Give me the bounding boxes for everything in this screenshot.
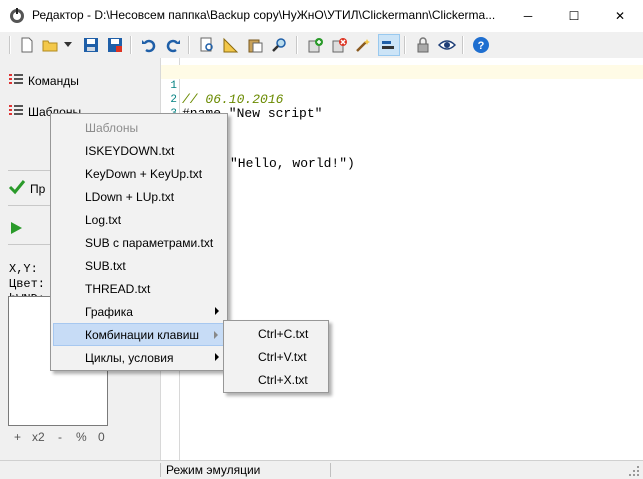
preview-icon[interactable] bbox=[196, 34, 218, 56]
maximize-button[interactable]: ☐ bbox=[551, 0, 597, 32]
color-label: Цвет: bbox=[9, 277, 46, 291]
find-icon[interactable] bbox=[268, 34, 290, 56]
toolbar: ? bbox=[0, 32, 643, 58]
submenu-arrow-icon bbox=[214, 331, 218, 339]
status-mode: Режим эмуляции bbox=[166, 463, 261, 477]
list-icon bbox=[8, 103, 24, 120]
run-line-icon[interactable] bbox=[378, 34, 400, 56]
zoom-bar: + x2 - % 0 bbox=[14, 430, 110, 444]
zoom-reset-button[interactable]: 0 bbox=[98, 430, 110, 444]
xy-label: X,Y: bbox=[9, 262, 38, 276]
menu-item-ctrl-x[interactable]: Ctrl+X.txt bbox=[226, 368, 326, 391]
app-icon bbox=[8, 7, 26, 25]
menu-item-thread[interactable]: THREAD.txt bbox=[53, 277, 225, 300]
triangle-ruler-icon[interactable] bbox=[220, 34, 242, 56]
undo-icon[interactable] bbox=[138, 34, 160, 56]
close-button[interactable]: ✕ bbox=[597, 0, 643, 32]
save-all-icon[interactable] bbox=[104, 34, 126, 56]
open-dropdown-icon[interactable] bbox=[62, 34, 74, 56]
title-bar: Редактор - D:\Несовсем паппка\Backup cop… bbox=[0, 0, 643, 33]
zoom-percent-button[interactable]: % bbox=[76, 430, 98, 444]
menu-item-ctrl-v[interactable]: Ctrl+V.txt bbox=[226, 345, 326, 368]
menu-item-sub[interactable]: SUB.txt bbox=[53, 254, 225, 277]
templates-context-menu: Шаблоны ISKEYDOWN.txt KeyDown + KeyUp.tx… bbox=[50, 113, 228, 371]
submenu-arrow-icon bbox=[215, 353, 219, 361]
checkmark-icon bbox=[8, 179, 26, 198]
window-title: Редактор - D:\Несовсем паппка\Backup cop… bbox=[32, 8, 496, 22]
menu-item-loops[interactable]: Циклы, условия bbox=[53, 346, 225, 369]
paste-icon[interactable] bbox=[244, 34, 266, 56]
svg-text:?: ? bbox=[478, 40, 485, 52]
menu-item-sub-params[interactable]: SUB с параметрами.txt bbox=[53, 231, 225, 254]
play-icon bbox=[8, 220, 24, 239]
minimize-button[interactable]: ─ bbox=[505, 0, 551, 32]
code-line[interactable]: 3 bbox=[161, 93, 643, 120]
code-line[interactable]: 2 #name "New script" bbox=[161, 79, 643, 121]
menu-item-graphics[interactable]: Графика bbox=[53, 300, 225, 323]
open-folder-icon[interactable] bbox=[40, 34, 62, 56]
eye-icon[interactable] bbox=[436, 34, 458, 56]
zoom-x2-button[interactable]: x2 bbox=[32, 430, 58, 444]
commands-tab[interactable]: Команды bbox=[8, 72, 79, 89]
help-icon[interactable]: ? bbox=[470, 34, 492, 56]
code-line[interactable]: 4 "Hello, world!") bbox=[161, 115, 643, 171]
menu-item-log[interactable]: Log.txt bbox=[53, 208, 225, 231]
key-combinations-submenu: Ctrl+C.txt Ctrl+V.txt Ctrl+X.txt bbox=[223, 320, 329, 393]
check-button[interactable]: Пр bbox=[8, 179, 45, 198]
list-icon bbox=[8, 72, 24, 89]
status-bar: Режим эмуляции bbox=[0, 460, 643, 479]
new-file-icon[interactable] bbox=[16, 34, 38, 56]
add-item-icon[interactable] bbox=[304, 34, 326, 56]
zoom-in-button[interactable]: + bbox=[14, 430, 32, 444]
menu-item-iskeydown[interactable]: ISKEYDOWN.txt bbox=[53, 139, 225, 162]
menu-item-ctrl-c[interactable]: Ctrl+C.txt bbox=[226, 322, 326, 345]
menu-item-ldown-lup[interactable]: LDown + LUp.txt bbox=[53, 185, 225, 208]
menu-item-key-combinations[interactable]: Комбинации клавиш bbox=[53, 323, 225, 346]
menu-item-keydown-keyup[interactable]: KeyDown + KeyUp.txt bbox=[53, 162, 225, 185]
resize-grip-icon[interactable] bbox=[628, 465, 640, 477]
save-icon[interactable] bbox=[80, 34, 102, 56]
menu-item-header: Шаблоны bbox=[85, 120, 139, 135]
play-button[interactable] bbox=[8, 220, 24, 239]
lock-icon[interactable] bbox=[412, 34, 434, 56]
code-text-partial: "Hello, world!") bbox=[230, 156, 355, 171]
zoom-out-button[interactable]: - bbox=[58, 430, 76, 444]
delete-item-icon[interactable] bbox=[328, 34, 350, 56]
code-editor[interactable]: 1 // 06.10.2016 2 #name "New script" 3 4… bbox=[160, 58, 643, 460]
submenu-arrow-icon bbox=[215, 307, 219, 315]
redo-icon[interactable] bbox=[162, 34, 184, 56]
magic-wand-icon[interactable] bbox=[352, 34, 374, 56]
code-line[interactable]: 1 // 06.10.2016 bbox=[161, 65, 643, 107]
